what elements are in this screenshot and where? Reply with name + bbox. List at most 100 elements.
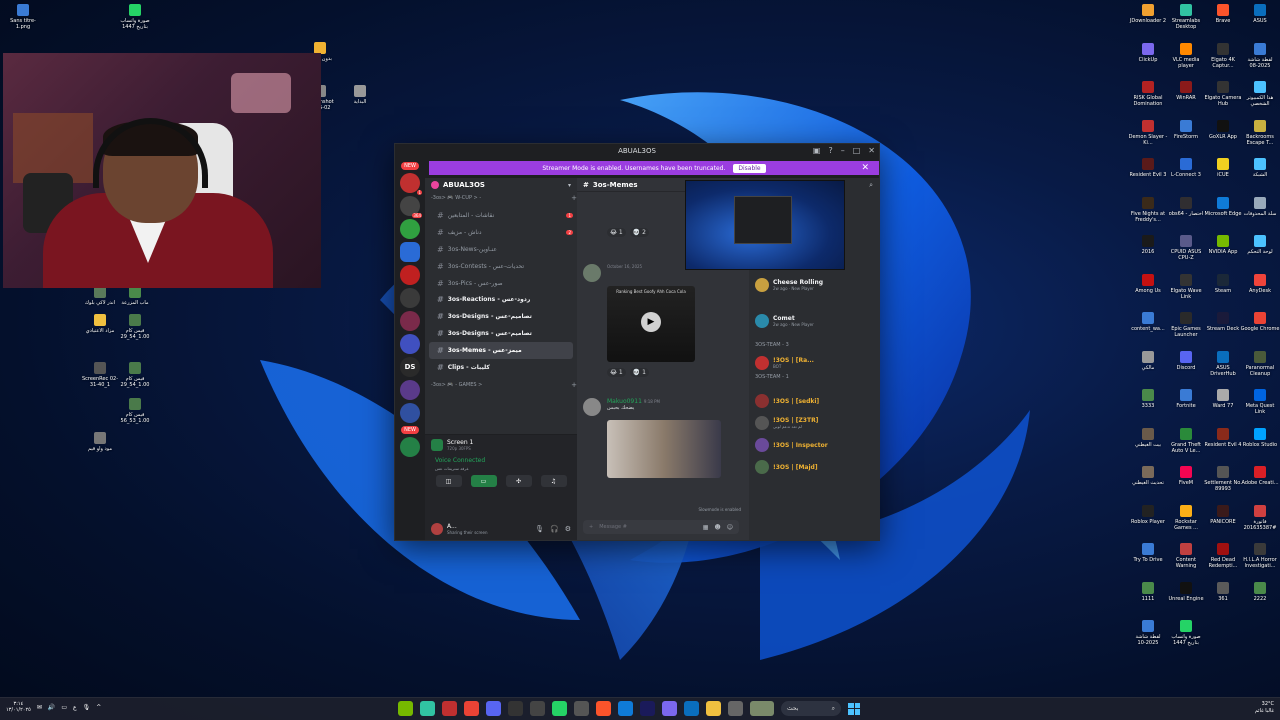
inbox-icon[interactable]: ▣ xyxy=(813,146,821,155)
desktop-icon[interactable]: content_wa... xyxy=(1128,312,1168,332)
desktop-icon[interactable]: ClickUp xyxy=(1128,42,1168,63)
desktop-icon[interactable]: بيت الغيطني xyxy=(1128,427,1168,448)
activities-button[interactable]: ✣ xyxy=(505,475,532,487)
video-embed[interactable]: Ranking Best Goofy Ahh Coca Cola ▶ xyxy=(607,286,695,362)
desktop-icon[interactable]: 3333 xyxy=(1128,389,1168,409)
desktop-icon[interactable]: مالكي xyxy=(1128,350,1168,371)
desktop-icon[interactable]: Try To Drive xyxy=(1128,543,1168,563)
volume-icon[interactable]: 🔊 xyxy=(48,704,55,711)
desktop-icon[interactable]: Google Chrome xyxy=(1240,312,1280,332)
message-author[interactable]: Makuo0911 xyxy=(607,398,642,405)
desktop-icon[interactable]: GoXLR App xyxy=(1203,119,1243,140)
desktop-icon[interactable]: Ward 77 xyxy=(1203,389,1243,409)
windows-icon[interactable] xyxy=(848,702,860,715)
search-box[interactable]: بحث ⌕ xyxy=(781,701,841,716)
mic-icon[interactable]: 🎙 xyxy=(535,525,544,533)
desktop-icon[interactable]: Red Dead Redempti... xyxy=(1203,543,1243,569)
server-icon[interactable] xyxy=(400,334,420,354)
play-icon[interactable]: ▶ xyxy=(641,312,661,332)
desktop-icon[interactable]: Stream Deck xyxy=(1203,312,1243,332)
member-item[interactable]: !3OS | [Ra... BOT xyxy=(755,356,814,370)
desktop-icon[interactable]: Settlement No. 89993 xyxy=(1203,466,1243,492)
avatar[interactable] xyxy=(583,398,601,416)
gift-icon[interactable]: ▦ xyxy=(703,524,709,531)
desktop-icon[interactable]: Fortnite xyxy=(1166,389,1206,409)
desktop-icon[interactable]: مزاد الاعتيادي xyxy=(80,314,120,334)
channel-item[interactable]: # دناش - مزيف 2 xyxy=(429,224,573,241)
desktop-icon[interactable]: Adobe Creati... xyxy=(1240,466,1280,486)
desktop-icon[interactable]: سلة المحذوفات xyxy=(1240,196,1280,217)
desktop-icon[interactable]: Resident Evil 4 xyxy=(1203,427,1243,448)
avatar[interactable] xyxy=(583,264,601,282)
screen-share-row[interactable]: Screen 1 720p 30FPS xyxy=(425,435,577,455)
desktop-icon[interactable]: Roblox Studio xyxy=(1240,427,1280,448)
reaction[interactable]: 💀 1 xyxy=(629,368,649,377)
desktop-icon[interactable]: AnyDesk xyxy=(1240,273,1280,294)
channel-item[interactable]: #3os-Memes - ميمز-عس xyxy=(429,342,573,360)
camera-button[interactable]: ◫ xyxy=(435,475,462,487)
server-icon[interactable] xyxy=(400,311,420,331)
app-icon[interactable] xyxy=(640,701,655,716)
desktop-icon[interactable]: VLC media player xyxy=(1166,42,1206,69)
member-item[interactable]: !3OS | [sedki] xyxy=(755,394,819,408)
image-attachment[interactable] xyxy=(607,420,721,478)
app-icon[interactable] xyxy=(442,701,457,716)
desktop-icon[interactable]: H.I.L.A Horror Investigati... xyxy=(1240,543,1280,569)
desktop-icon[interactable]: ASUS xyxy=(1240,4,1280,24)
server-header[interactable]: ABUAL3OS ▾ xyxy=(425,178,577,192)
server-icon[interactable] xyxy=(400,265,420,285)
desktop-icon[interactable]: Elgato Wave Link xyxy=(1166,273,1206,300)
voice-connected-status[interactable]: Voice Connected xyxy=(425,455,577,466)
desktop-icon[interactable]: 1111 xyxy=(1128,581,1168,602)
channel-item[interactable]: #3os-Contests - تحديات-عس xyxy=(429,258,573,275)
desktop-icon[interactable]: تحديث الغيطني xyxy=(1128,466,1168,486)
app-icon[interactable] xyxy=(574,701,589,716)
desktop-icon[interactable]: Among Us xyxy=(1128,273,1168,294)
channel-item[interactable]: #3os-Designs - تصاميم-عس xyxy=(429,325,573,342)
desktop-icon[interactable]: البداية xyxy=(340,85,380,105)
desktop-icon[interactable]: 2222 xyxy=(1240,581,1280,602)
server-icon[interactable] xyxy=(400,380,420,400)
sticker-icon[interactable]: ☻ xyxy=(714,524,720,531)
notification-icon[interactable]: ✉ xyxy=(37,704,42,711)
member-item[interactable]: Cheese Rolling 2w ago · New Player xyxy=(755,278,823,292)
member-item[interactable]: !3OS | Inspector xyxy=(755,438,828,452)
app-icon[interactable] xyxy=(420,701,435,716)
desktop-icon[interactable]: فيس كام 1.00_53_56 xyxy=(115,398,155,424)
member-item[interactable]: !3OS | [Majd] xyxy=(755,460,818,474)
server-icon[interactable]: 364 xyxy=(400,196,422,218)
app-icon[interactable] xyxy=(530,701,545,716)
reaction[interactable]: 😂 1 xyxy=(607,368,626,377)
desktop-icon[interactable]: مود واو قيم xyxy=(80,432,120,452)
desktop-icon[interactable]: Five Nights at Freddy's... xyxy=(1128,196,1168,223)
desktop-icon[interactable]: Roblox Player xyxy=(1128,504,1168,525)
close-button[interactable]: ✕ xyxy=(868,146,875,155)
discord-window[interactable]: ABUAL3OS ▣ ? – □ ✕ Streamer Mode is enab… xyxy=(394,143,880,541)
member-item[interactable]: Comet 2w ago · New Player xyxy=(755,314,814,328)
desktop-icon[interactable]: Discord xyxy=(1166,350,1206,371)
channel-item[interactable]: # Clips - كليبات xyxy=(429,359,573,376)
app-icon[interactable] xyxy=(728,701,743,716)
desktop-icon[interactable]: 361 xyxy=(1203,581,1243,602)
desktop-icon[interactable]: Microsoft Edge xyxy=(1203,196,1243,217)
add-server-icon[interactable] xyxy=(400,437,420,457)
channel-item[interactable]: #3os-Designs - تصاميم-عس xyxy=(429,308,573,325)
desktop-icon[interactable]: صورة واتساب بتاريخ 1447 xyxy=(1166,620,1206,646)
desktop-icon[interactable]: CPUID ASUS CPU-Z xyxy=(1166,235,1206,261)
chevron-up-icon[interactable]: ^ xyxy=(96,704,101,711)
category-header[interactable]: -3os> 🎮 - GAMES > + xyxy=(425,379,577,391)
desktop-icon[interactable]: PANICORE xyxy=(1203,504,1243,525)
search-icon[interactable]: ⌕ xyxy=(869,181,873,190)
clock[interactable]: ٣:١٤ ١٣/٠١/٢٠٢٥ xyxy=(6,701,31,713)
weather-widget[interactable]: 32°C غالبا غائم xyxy=(1255,701,1274,715)
desktop-icon[interactable]: Steam xyxy=(1203,273,1243,294)
desktop-icon[interactable]: لقطة شاشة 2025-08 xyxy=(1240,42,1280,69)
member-item[interactable]: !3OS | [Z3TR] لم تعد تدعم لوبي xyxy=(755,416,818,430)
titlebar[interactable]: ABUAL3OS ▣ ? – □ ✕ xyxy=(395,144,879,158)
app-icon[interactable] xyxy=(464,701,479,716)
screen-share-button[interactable]: ▭ xyxy=(470,475,497,487)
desktop-icon[interactable]: Elgato 4K Captur... xyxy=(1203,42,1243,69)
desktop-icon[interactable]: Sans titre-1.png xyxy=(3,4,43,30)
desktop-icon[interactable]: Unreal Engine xyxy=(1166,581,1206,602)
headphone-icon[interactable]: 🎧 xyxy=(550,525,559,533)
